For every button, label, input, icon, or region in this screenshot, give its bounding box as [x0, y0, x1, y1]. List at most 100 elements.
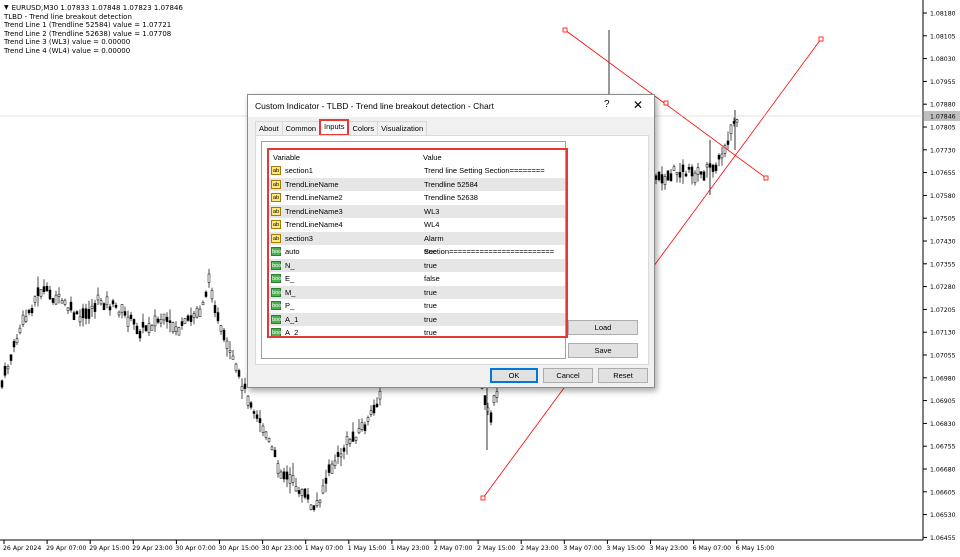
candle-body [156, 318, 160, 323]
candle-body [702, 171, 706, 181]
cancel-button[interactable]: Cancel [543, 368, 593, 383]
time-label: 6 May 07:00 [693, 545, 732, 552]
chart-info: ▼ EURUSD,M30 1.07833 1.07848 1.07823 1.07… [4, 4, 183, 56]
time-label: 29 Apr 15:00 [89, 545, 129, 552]
candle-body [315, 500, 319, 507]
candle-body [228, 350, 232, 353]
candle-body [111, 300, 115, 305]
candle-body [705, 164, 709, 168]
candle-body [258, 418, 262, 424]
candle-body [165, 316, 169, 322]
candle-body [87, 308, 91, 319]
current-price-label: 1.07846 [930, 114, 956, 121]
candle-body [492, 395, 496, 403]
candle-body [90, 305, 94, 309]
candle-body [300, 488, 304, 496]
candle-body [735, 119, 739, 123]
candle-body [123, 311, 127, 316]
candle-body [9, 354, 13, 361]
trend-line-4-value: Trend Line 4 (WL4) value = 0.00000 [4, 46, 131, 55]
candle-body [327, 464, 331, 473]
time-label: 30 Apr 23:00 [262, 545, 302, 552]
candle-body [354, 436, 358, 441]
dialog-title: Custom Indicator - TLBD - Trend line bre… [255, 101, 494, 111]
tab-inputs[interactable]: Inputs [319, 119, 350, 136]
trend-line-handle [480, 495, 486, 501]
candle-body [378, 390, 382, 400]
candle-body [201, 302, 205, 306]
candle-body [375, 403, 379, 408]
candle-body [495, 391, 499, 398]
price-label: 1.07955 [930, 79, 956, 86]
time-label: 29 Apr 23:00 [132, 545, 172, 552]
candle-body [135, 325, 139, 334]
time-label: 1 May 23:00 [391, 545, 430, 552]
candle-body [36, 287, 40, 297]
candle-body [48, 289, 52, 300]
time-label: 2 May 07:00 [434, 545, 473, 552]
candle-body [12, 341, 16, 348]
ok-button[interactable]: OK [490, 368, 538, 383]
candle-body [687, 166, 691, 170]
candle-body [333, 460, 337, 466]
candle-body [231, 355, 235, 360]
candle-body [63, 299, 67, 305]
indicator-name: TLBD - Trend line breakout detection [4, 12, 132, 21]
candle-body [483, 395, 487, 406]
price-label: 1.07205 [930, 307, 956, 314]
candle-body [348, 438, 352, 444]
candle-body [57, 293, 61, 297]
candle-body [672, 166, 676, 171]
load-button[interactable]: Load [568, 320, 638, 335]
candle-body [204, 291, 208, 297]
candle-body [660, 174, 664, 184]
price-label: 1.07130 [930, 330, 956, 337]
candle-body [84, 308, 88, 319]
time-label: 26 Apr 2024 [3, 545, 41, 552]
time-label: 29 Apr 07:00 [46, 545, 86, 552]
price-label: 1.06755 [930, 444, 956, 451]
trend-line-handle [663, 100, 669, 106]
inputs-grid[interactable]: Variable Value ab section1 Trend line Sett… [261, 141, 568, 359]
candle-body [129, 314, 133, 319]
custom-indicator-dialog: Custom Indicator - TLBD - Trend line bre… [247, 94, 655, 388]
candle-body [222, 329, 226, 341]
time-label: 30 Apr 07:00 [175, 545, 215, 552]
tab-about[interactable]: About [255, 121, 283, 135]
candle-body [279, 471, 283, 479]
close-icon[interactable]: ✕ [633, 98, 643, 112]
price-label: 1.06680 [930, 467, 956, 474]
candle-body [729, 124, 733, 134]
price-label: 1.07580 [930, 193, 956, 200]
candle-body [654, 175, 658, 180]
candle-body [696, 167, 700, 175]
candle-body [171, 322, 175, 333]
candle-body [114, 304, 118, 308]
tab-colors[interactable]: Colors [348, 121, 379, 135]
candle-body [351, 431, 355, 442]
candle-body [720, 153, 724, 159]
candle-body [72, 312, 76, 320]
candle-body [183, 318, 187, 324]
save-button[interactable]: Save [568, 343, 638, 358]
dropdown-triangle-icon[interactable]: ▼ [4, 4, 9, 13]
candle-body [144, 325, 148, 331]
tab-visualization[interactable]: Visualization [377, 121, 428, 135]
dialog-titlebar[interactable]: Custom Indicator - TLBD - Trend line bre… [248, 95, 654, 117]
price-label: 1.06980 [930, 375, 956, 382]
candle-body [681, 164, 685, 172]
price-label: 1.07805 [930, 125, 956, 132]
candle-body [291, 475, 295, 483]
candle-body [3, 366, 7, 376]
candle-body [219, 325, 223, 332]
candle-body [105, 296, 109, 306]
candle-body [282, 471, 286, 480]
tab-common[interactable]: Common [281, 121, 321, 135]
help-icon[interactable]: ? [604, 99, 610, 110]
candle-body [81, 308, 85, 319]
candle-body [54, 294, 58, 305]
candle-body [357, 428, 361, 434]
candle-body [309, 504, 313, 510]
candle-body [108, 306, 112, 311]
reset-button[interactable]: Reset [598, 368, 648, 383]
